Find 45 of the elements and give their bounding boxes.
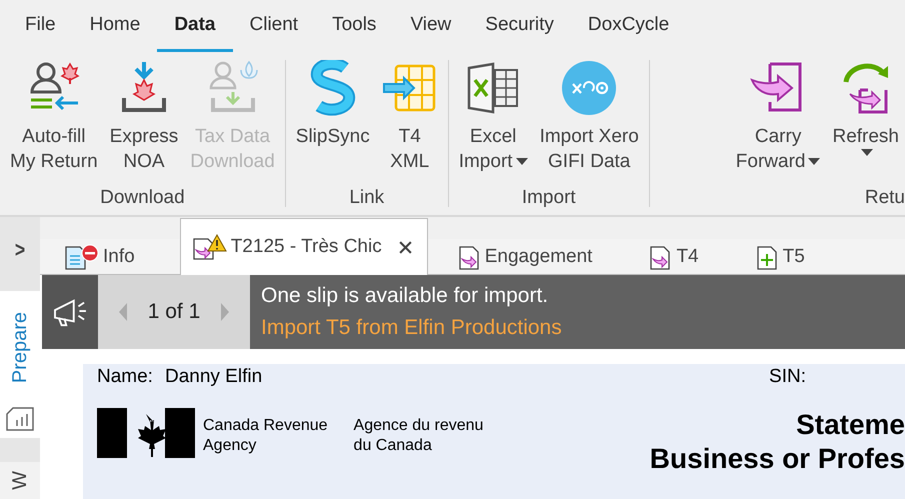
group-label: Retu bbox=[864, 187, 905, 210]
agency-name-english: Canada Revenue Agency bbox=[203, 416, 328, 456]
name-label: Name: bbox=[97, 366, 153, 388]
menu-tab[interactable]: Client bbox=[232, 0, 316, 52]
group-label: Import bbox=[522, 187, 576, 210]
document-plus-icon bbox=[754, 244, 779, 270]
canada-flag-icon bbox=[97, 408, 195, 458]
ribbon-button[interactable]: Import Xero GIFI Data bbox=[534, 58, 645, 187]
document-warning-icon bbox=[190, 234, 227, 260]
agency-name-french: Agence du revenu du Canada bbox=[354, 416, 484, 456]
side-tab[interactable]: Prepare bbox=[0, 290, 40, 404]
document-tab[interactable]: T4 bbox=[637, 238, 726, 275]
close-icon[interactable] bbox=[398, 240, 413, 254]
document-tab[interactable]: Info bbox=[52, 238, 162, 275]
pager-count: 1 of 1 bbox=[148, 300, 200, 324]
ribbon-button[interactable]: Express NOA bbox=[104, 58, 184, 187]
side-tab[interactable]: W bbox=[0, 462, 40, 499]
ribbon-button[interactable]: T4 XML bbox=[376, 58, 444, 187]
chart-page-icon[interactable] bbox=[5, 406, 35, 432]
menu-tab[interactable]: File bbox=[8, 0, 73, 52]
menu-tab[interactable]: Security bbox=[468, 0, 571, 52]
ribbon-button[interactable]: Refresh bbox=[826, 58, 905, 187]
menu-tab[interactable]: Data bbox=[157, 0, 232, 52]
group-label: Link bbox=[349, 187, 384, 210]
name-value: Danny Elfin bbox=[164, 366, 262, 388]
form-title: Stateme Business or Profes bbox=[650, 408, 905, 476]
document-arrow-icon bbox=[456, 244, 481, 270]
menu-tab[interactable]: Tools bbox=[315, 0, 394, 52]
ribbon-button[interactable]: SlipSync bbox=[290, 58, 376, 187]
ribbon-button[interactable]: Carry Forward bbox=[730, 58, 826, 187]
menu-tab[interactable]: View bbox=[393, 0, 468, 52]
document-tab[interactable]: T5 bbox=[744, 238, 832, 275]
group-label: Download bbox=[100, 187, 185, 210]
document-tab[interactable]: T2125 - Très Chic bbox=[180, 218, 428, 275]
expand-button[interactable]: > bbox=[4, 217, 36, 291]
menu-tab[interactable]: Home bbox=[72, 0, 158, 52]
notification-message: One slip is available for import. bbox=[261, 283, 550, 309]
document-arrow-icon bbox=[648, 244, 672, 270]
sin-label: SIN: bbox=[769, 366, 806, 388]
ribbon-button[interactable]: Auto-fill My Return bbox=[4, 58, 104, 187]
document-minus-icon bbox=[63, 244, 99, 270]
ribbon-button[interactable]: Excel Import bbox=[452, 58, 534, 187]
megaphone-icon bbox=[51, 297, 89, 327]
document-tab[interactable]: Engagement bbox=[446, 238, 620, 275]
menu-tab[interactable]: DoxCycle bbox=[570, 0, 686, 52]
